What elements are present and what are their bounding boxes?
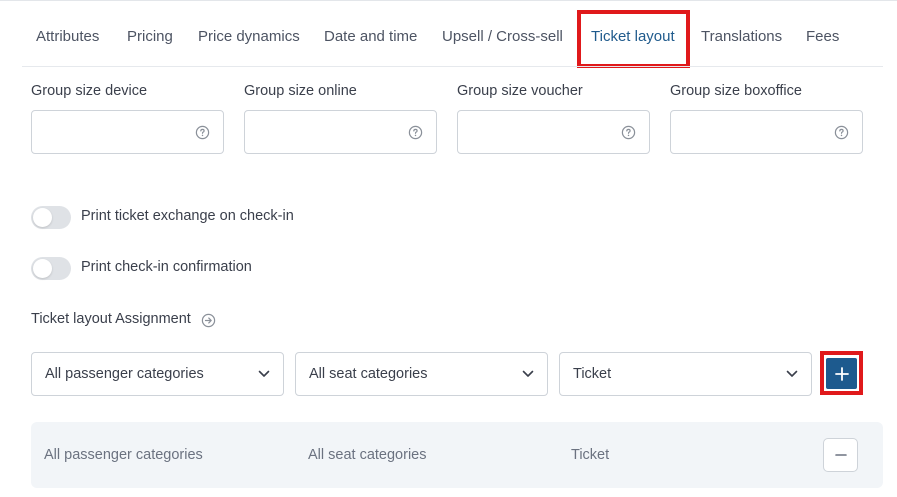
print-ticket-exchange-toggle[interactable] [31, 206, 71, 229]
tab-bar: Attributes Pricing Price dynamics Date a… [0, 0, 897, 68]
help-circle-icon[interactable] [834, 125, 849, 140]
tab-translations[interactable]: Translations [701, 28, 782, 45]
add-assignment-button[interactable] [826, 358, 857, 389]
group-size-online-input[interactable] [245, 111, 395, 153]
group-size-device-input[interactable] [32, 111, 182, 153]
chevron-down-icon [786, 370, 798, 377]
tab-ticket-layout[interactable]: Ticket layout [591, 28, 675, 45]
help-circle-icon[interactable] [408, 125, 423, 140]
print-check-in-confirmation-row: Print check-in confirmation [31, 257, 431, 281]
group-size-device-field[interactable] [31, 110, 224, 154]
group-size-boxoffice-label: Group size boxoffice [670, 83, 802, 99]
ticket-layout-select[interactable]: Ticket [559, 352, 812, 396]
toggle-knob [33, 259, 52, 278]
group-size-device-label: Group size device [31, 83, 148, 99]
toggle-knob [33, 208, 52, 227]
print-ticket-exchange-row: Print ticket exchange on check-in [31, 206, 431, 230]
passenger-category-select[interactable]: All passenger categories [31, 352, 284, 396]
tab-pricing[interactable]: Pricing [127, 28, 173, 45]
group-size-voucher-field[interactable] [457, 110, 650, 154]
group-size-online-label: Group size online [244, 83, 357, 99]
row-ticket-layout: Ticket [571, 447, 610, 463]
group-size-online-field[interactable] [244, 110, 437, 154]
seat-category-selected: All seat categories [309, 366, 428, 382]
chevron-down-icon [258, 370, 270, 377]
tab-fees[interactable]: Fees [806, 28, 839, 45]
group-size-voucher-label: Group size voucher [457, 83, 583, 99]
tab-price-dynamics[interactable]: Price dynamics [198, 28, 300, 45]
tab-date-and-time[interactable]: Date and time [324, 28, 417, 45]
circle-arrow-right-icon[interactable] [201, 313, 216, 328]
tabs-divider [22, 66, 883, 67]
row-passenger-category: All passenger categories [44, 447, 203, 463]
assignment-row: All passenger categories All seat catego… [31, 422, 883, 488]
minus-icon [834, 454, 847, 456]
chevron-down-icon [522, 370, 534, 377]
ticket-layout-assignment-title: Ticket layout Assignment [31, 311, 191, 327]
tab-attributes[interactable]: Attributes [36, 28, 99, 45]
passenger-category-selected: All passenger categories [45, 366, 204, 382]
group-size-voucher-input[interactable] [458, 111, 608, 153]
help-circle-icon[interactable] [195, 125, 210, 140]
seat-category-select[interactable]: All seat categories [295, 352, 548, 396]
help-circle-icon[interactable] [621, 125, 636, 140]
tab-upsell-cross-sell[interactable]: Upsell / Cross-sell [442, 28, 563, 45]
print-check-in-confirmation-toggle[interactable] [31, 257, 71, 280]
group-size-boxoffice-field[interactable] [670, 110, 863, 154]
print-ticket-exchange-label: Print ticket exchange on check-in [81, 208, 294, 224]
print-check-in-confirmation-label: Print check-in confirmation [81, 259, 252, 275]
group-size-boxoffice-input[interactable] [671, 111, 821, 153]
ticket-layout-selected: Ticket [573, 366, 612, 382]
remove-assignment-button[interactable] [823, 438, 858, 472]
plus-icon [834, 366, 849, 381]
row-seat-category: All seat categories [308, 447, 427, 463]
